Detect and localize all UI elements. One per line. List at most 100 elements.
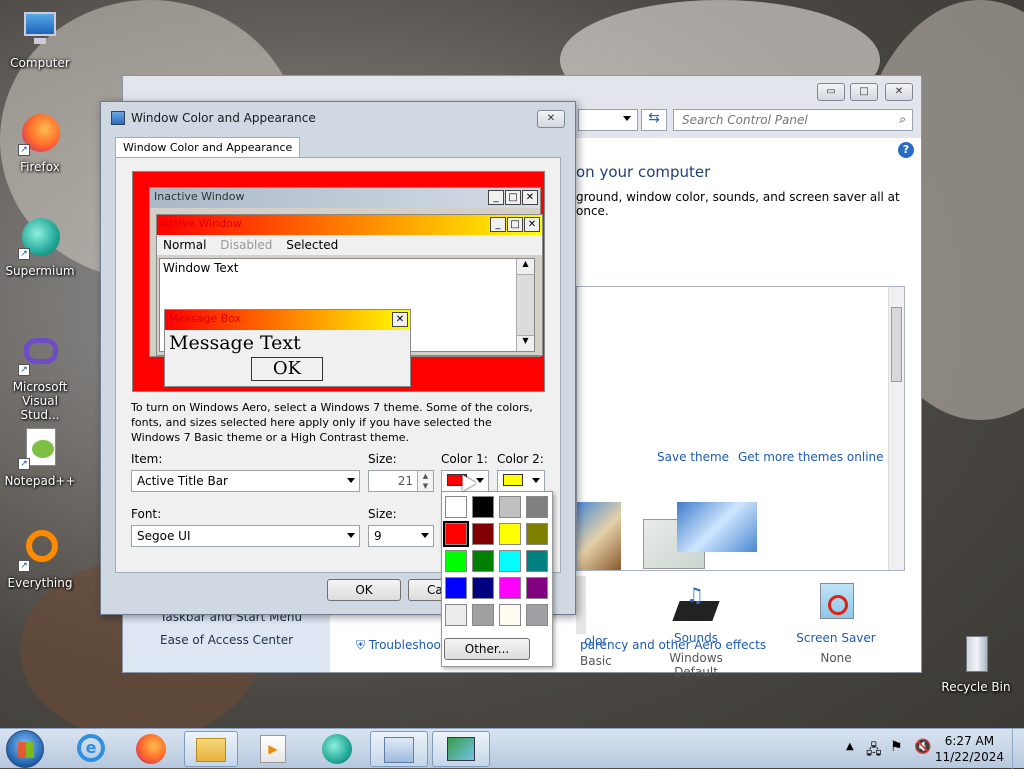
palette-swatch[interactable]: [472, 577, 494, 599]
theme-thumbnail[interactable]: [677, 502, 757, 552]
palette-swatch[interactable]: [445, 604, 467, 626]
flag-icon[interactable]: ⚑: [890, 739, 903, 755]
notepadpp-icon: ↗: [18, 426, 62, 470]
active-window-title: Active Window: [161, 217, 242, 230]
tab-window-color[interactable]: Window Color and Appearance: [115, 137, 301, 158]
network-icon[interactable]: 🖧: [866, 739, 882, 763]
palette-swatch[interactable]: [472, 523, 494, 545]
firefox-icon: ↗: [18, 112, 62, 156]
chevron-down-icon: [347, 533, 355, 538]
dialog-title: Window Color and Appearance: [131, 111, 316, 125]
font-size-label: Size:: [368, 507, 397, 521]
taskbar-ie[interactable]: e: [64, 731, 118, 767]
desktop-icon-visual-studio[interactable]: ↗ Microsoft Visual Stud...: [4, 332, 76, 422]
font-select[interactable]: Segoe UI: [131, 525, 360, 547]
close-icon: ✕: [392, 312, 408, 327]
desktop-icon-recycle-bin[interactable]: Recycle Bin: [940, 632, 1012, 694]
desktop-icon-label: Microsoft Visual Stud...: [12, 380, 68, 422]
taskbar-supermium[interactable]: [310, 731, 364, 767]
shortcut-arrow-icon: ↗: [18, 144, 30, 156]
window-text-sample: Window Text: [163, 261, 239, 275]
font-size-value: 9: [374, 529, 382, 543]
desktop-icon-label: Notepad++: [4, 474, 76, 488]
palette-swatch[interactable]: [526, 577, 548, 599]
message-ok-sample: OK: [251, 357, 323, 381]
palette-swatch[interactable]: [526, 496, 548, 518]
get-more-themes-link[interactable]: Get more themes online: [738, 450, 884, 464]
palette-swatch[interactable]: [499, 523, 521, 545]
desktop-icon-everything[interactable]: ↗ Everything: [4, 528, 76, 590]
search-placeholder: Search Control Panel: [682, 113, 808, 127]
palette-swatch[interactable]: [445, 550, 467, 572]
appearance-preview: Inactive Window _ □ ✕ Active Window _ □ ✕ No…: [132, 171, 545, 392]
desktop-icon-label: Firefox: [20, 160, 60, 174]
chevron-down-icon: [532, 478, 540, 483]
volume-muted-icon[interactable]: 🔇: [914, 739, 931, 755]
desktop-icon-label: Recycle Bin: [941, 680, 1011, 694]
theme-thumbnail[interactable]: [577, 502, 621, 570]
palette-swatch[interactable]: [443, 521, 469, 547]
taskbar-explorer[interactable]: [184, 731, 238, 767]
refresh-icon[interactable]: ⇆: [641, 109, 667, 131]
close-button[interactable]: ✕: [885, 83, 913, 101]
taskbar-media-player[interactable]: ▶: [246, 731, 300, 767]
troubleshoot-link[interactable]: ⛨ Troubleshoo: [356, 638, 441, 653]
spinner-icon[interactable]: ▲ ▼: [417, 471, 433, 491]
tray-expand-icon[interactable]: ▲: [846, 741, 854, 752]
close-icon: ✕: [524, 217, 540, 232]
desktop-icon-notepadpp[interactable]: ↗ Notepad++: [4, 426, 76, 488]
palette-swatch[interactable]: [445, 577, 467, 599]
color2-picker[interactable]: [497, 470, 545, 492]
palette-swatch[interactable]: [499, 550, 521, 572]
palette-swatch[interactable]: [499, 496, 521, 518]
taskbar-control-panel[interactable]: [370, 731, 428, 767]
start-button[interactable]: [6, 730, 44, 768]
desktop-icon-computer[interactable]: Computer: [4, 8, 76, 70]
search-input[interactable]: Search Control Panel ⌕: [673, 109, 913, 131]
palette-swatch[interactable]: [499, 577, 521, 599]
address-bar[interactable]: [578, 109, 638, 131]
item-select[interactable]: Active Title Bar: [131, 470, 360, 492]
aero-effects-link[interactable]: parency and other Aero effects: [580, 638, 766, 652]
palette-swatch[interactable]: [472, 496, 494, 518]
dialog-close-button[interactable]: ✕: [537, 110, 565, 128]
sounds-tile[interactable]: ♫ Sounds Windows Default: [648, 583, 744, 679]
other-color-button[interactable]: Other...: [444, 638, 530, 660]
shortcut-arrow-icon: ↗: [18, 560, 30, 572]
item-size-stepper[interactable]: 21 ▲ ▼: [368, 470, 434, 492]
left-link-ease-of-access[interactable]: Ease of Access Center: [160, 633, 293, 647]
desktop-icon-label: Computer: [10, 56, 70, 70]
supermium-icon: [322, 734, 352, 764]
window-color-icon: [447, 737, 475, 761]
font-size-select[interactable]: 9: [368, 525, 434, 547]
palette-swatch[interactable]: [472, 550, 494, 572]
minimize-icon: _: [490, 217, 506, 232]
palette-swatch[interactable]: [472, 604, 494, 626]
show-desktop-button[interactable]: [1012, 729, 1024, 769]
desktop-icon-firefox[interactable]: ↗ Firefox: [4, 112, 76, 174]
palette-swatch[interactable]: [526, 550, 548, 572]
save-theme-link[interactable]: Save theme: [657, 450, 729, 464]
clock[interactable]: 6:27 AM 11/22/2024: [935, 733, 1004, 765]
taskbar-window-color[interactable]: [432, 731, 490, 767]
screen-saver-tile[interactable]: Screen Saver None: [788, 583, 884, 665]
maximize-icon: □: [505, 190, 521, 205]
aero-info-text: To turn on Windows Aero, select a Window…: [131, 401, 533, 444]
font-value: Segoe UI: [137, 529, 191, 543]
maximize-button[interactable]: □: [850, 83, 878, 101]
ie-icon: e: [77, 734, 105, 762]
themes-scrollbar[interactable]: [888, 287, 904, 570]
palette-swatch[interactable]: [526, 604, 548, 626]
search-icon: ⌕: [899, 112, 906, 126]
minimize-button[interactable]: ▭: [817, 83, 845, 101]
palette-swatch[interactable]: [526, 523, 548, 545]
palette-swatch[interactable]: [445, 496, 467, 518]
color2-label: Color 2:: [497, 452, 544, 466]
palette-swatch[interactable]: [499, 604, 521, 626]
help-icon[interactable]: ?: [898, 142, 914, 158]
taskbar-firefox[interactable]: [124, 731, 178, 767]
clock-date: 11/22/2024: [934, 750, 1004, 764]
ok-button[interactable]: OK: [327, 579, 401, 601]
desktop-icon-supermium[interactable]: ↗ Supermium: [4, 216, 76, 278]
page-heading: on your computer: [576, 163, 711, 181]
